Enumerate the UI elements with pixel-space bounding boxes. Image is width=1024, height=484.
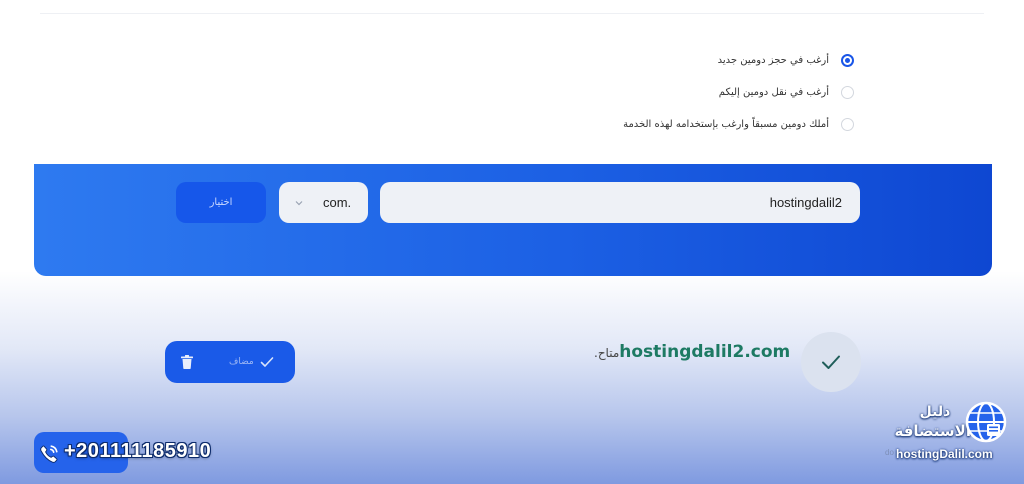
option-label: أرغب في نقل دومين إليكم xyxy=(718,86,829,98)
domain-input[interactable] xyxy=(380,182,860,223)
check-icon xyxy=(822,355,840,369)
tld-value: com. xyxy=(323,195,352,210)
availability-result: hostingdalil2.com متاح. xyxy=(588,342,790,366)
domain-option-group: أرغب في حجز دومين جديد أرغب في نقل دومين… xyxy=(454,44,854,140)
watermark-logo-text: دليل xyxy=(919,404,951,420)
chevron-down-icon xyxy=(295,200,303,205)
added-label: مضاف xyxy=(229,357,254,367)
phone-number: +201111185910 xyxy=(64,440,212,462)
result-domain: hostingdalil2.com xyxy=(619,342,791,362)
globe-logo-icon xyxy=(965,401,1007,443)
option-own-domain[interactable]: أملك دومين مسبقاً وارغب بإستخدامه لهذه ا… xyxy=(454,108,854,140)
option-register-new[interactable]: أرغب في حجز دومين جديد xyxy=(454,44,854,76)
result-status: متاح. xyxy=(594,346,620,360)
availability-check-badge xyxy=(801,332,861,392)
radio-icon[interactable] xyxy=(841,53,854,67)
watermark-logo-subtext: الاستضافة xyxy=(894,422,971,440)
choose-button[interactable]: اختيار xyxy=(176,182,266,223)
check-icon xyxy=(260,357,274,367)
trash-icon[interactable] xyxy=(181,355,193,369)
option-transfer[interactable]: أرغب في نقل دومين إليكم xyxy=(454,76,854,108)
watermark-url: hostingDalil.com xyxy=(896,447,993,461)
top-divider xyxy=(40,13,984,14)
phone-icon xyxy=(40,445,58,463)
tld-select[interactable]: com. xyxy=(279,182,368,223)
faint-text: do xyxy=(885,448,894,457)
option-label: أملك دومين مسبقاً وارغب بإستخدامه لهذه ا… xyxy=(623,118,829,130)
radio-icon[interactable] xyxy=(841,117,854,131)
domain-search-panel: com. اختيار xyxy=(34,164,992,276)
option-label: أرغب في حجز دومين جديد xyxy=(717,54,829,66)
radio-icon[interactable] xyxy=(841,85,854,99)
added-button[interactable]: مضاف xyxy=(165,341,295,383)
